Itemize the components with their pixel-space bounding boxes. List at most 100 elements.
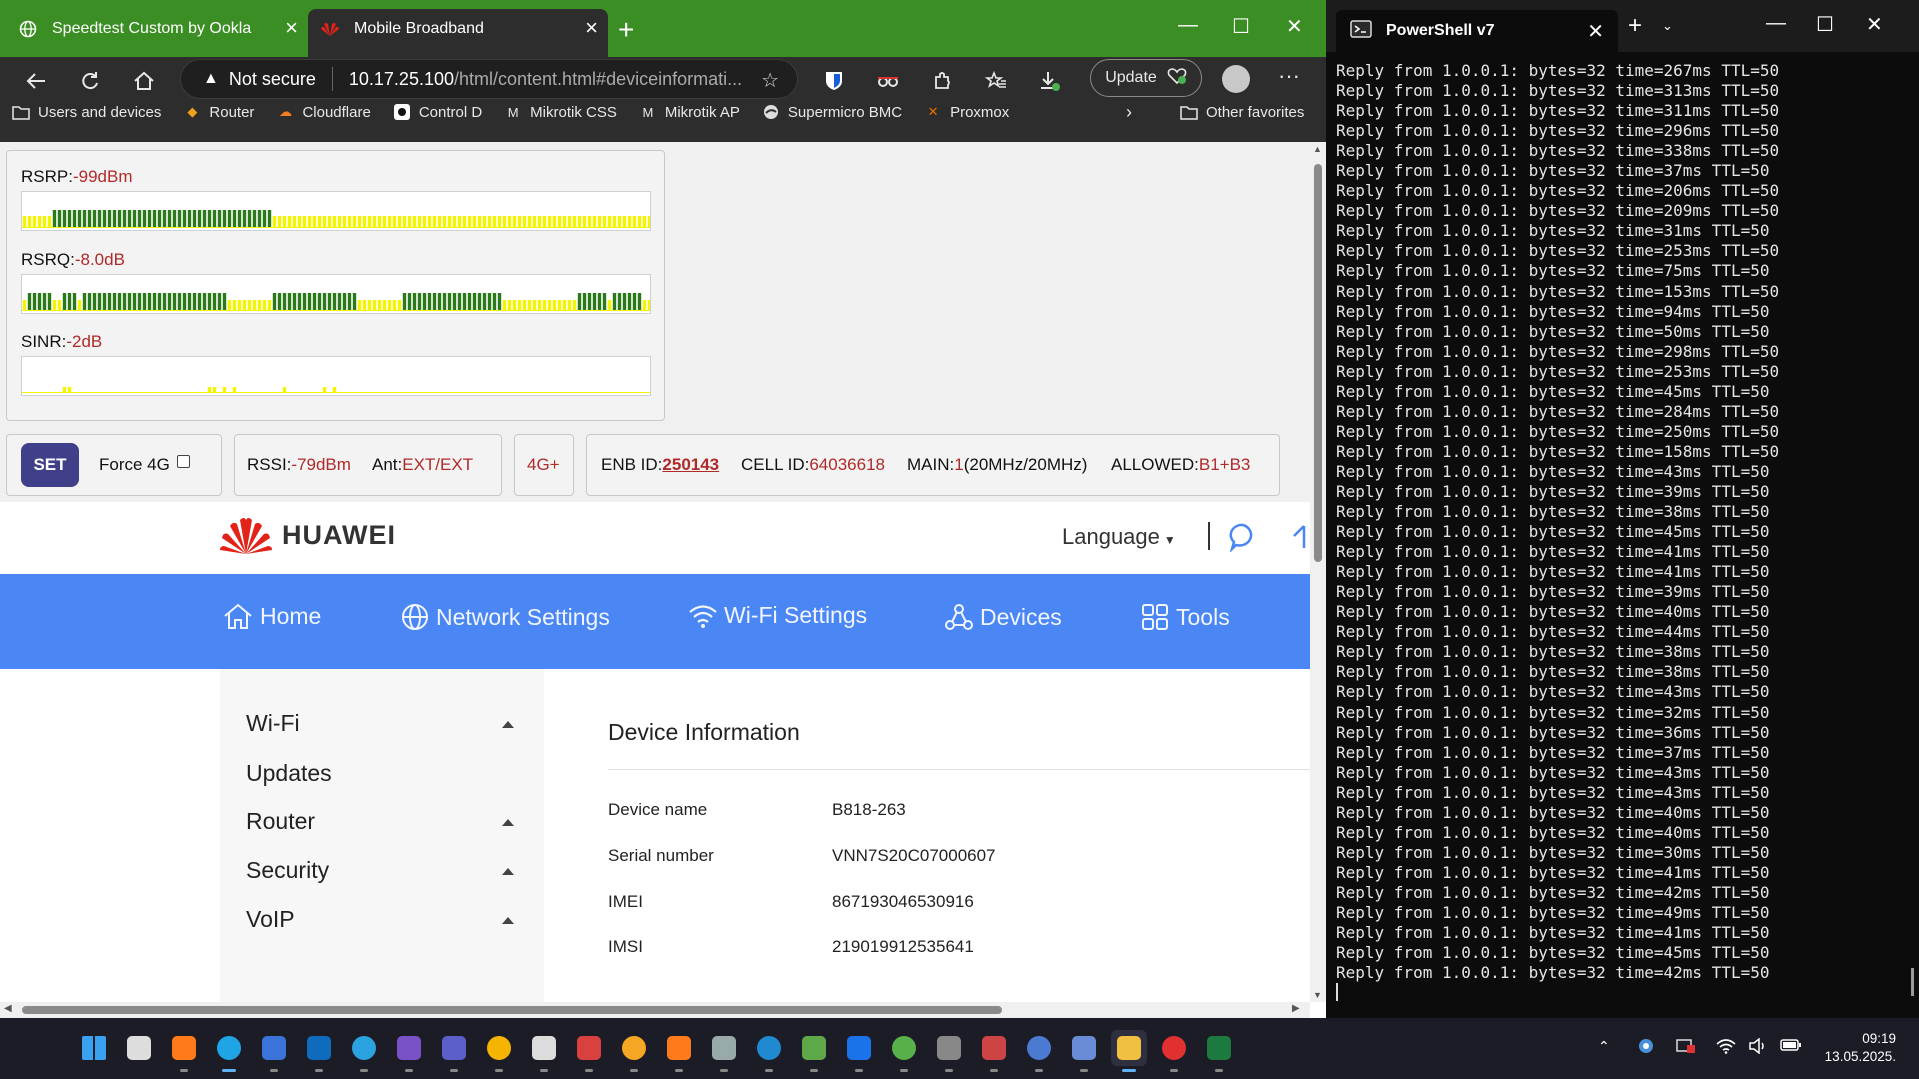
huawei-logo[interactable]: HUAWEI bbox=[218, 514, 396, 556]
tab-powershell[interactable]: PowerShell v7 ✕ bbox=[1336, 10, 1618, 52]
search-icon[interactable] bbox=[121, 1030, 157, 1066]
minimize-icon[interactable]: — bbox=[1178, 14, 1198, 37]
fox-icon[interactable] bbox=[526, 1030, 562, 1072]
enb-id-link[interactable]: 250143 bbox=[662, 455, 719, 474]
home-icon[interactable] bbox=[126, 63, 162, 99]
mremote-icon[interactable] bbox=[976, 1030, 1012, 1072]
chat-bubble-icon[interactable] bbox=[1228, 522, 1258, 557]
battery-icon[interactable] bbox=[1780, 1038, 1802, 1057]
disk-icon[interactable] bbox=[1021, 1030, 1057, 1072]
maximize-icon[interactable]: ☐ bbox=[1232, 14, 1250, 39]
outlook-icon[interactable] bbox=[301, 1030, 337, 1072]
calculator-icon[interactable] bbox=[706, 1030, 742, 1072]
bookmark-mikrotik-css[interactable]: M Mikrotik CSS bbox=[504, 104, 617, 121]
extensions-puzzle-icon[interactable] bbox=[924, 63, 960, 99]
new-tab-icon[interactable]: + bbox=[1628, 12, 1642, 40]
caret-up-icon[interactable] bbox=[502, 819, 514, 826]
close-window-icon[interactable]: ✕ bbox=[1866, 12, 1883, 37]
start-icon[interactable] bbox=[76, 1030, 112, 1066]
terminal-output[interactable]: Reply from 1.0.0.1: bytes=32 time=267ms … bbox=[1336, 61, 1896, 983]
explorer-icon[interactable] bbox=[1111, 1030, 1147, 1072]
tray-app-icon[interactable] bbox=[1636, 1038, 1656, 1059]
bookmark-control-d[interactable]: Control D bbox=[393, 104, 482, 121]
viber-icon[interactable] bbox=[391, 1030, 427, 1072]
firefox-alt-icon[interactable] bbox=[661, 1030, 697, 1072]
favorite-star-icon[interactable]: ☆ bbox=[761, 68, 779, 93]
close-window-icon[interactable]: ✕ bbox=[1286, 14, 1303, 39]
tab-mobile-broadband[interactable]: Mobile Broadband × bbox=[308, 9, 608, 57]
terminal-scroll-indicator[interactable] bbox=[1911, 968, 1914, 996]
favorites-icon[interactable] bbox=[978, 63, 1014, 99]
sidebar-item-voip[interactable]: VoIP bbox=[246, 906, 295, 933]
vertical-scrollbar[interactable]: ▲ ▼ bbox=[1310, 142, 1326, 1002]
sidebar-item-updates[interactable]: Updates bbox=[246, 760, 332, 787]
scrollbar-thumb[interactable] bbox=[22, 1006, 1002, 1014]
force-4g-checkbox[interactable] bbox=[177, 455, 190, 468]
update-button[interactable]: Update bbox=[1090, 59, 1202, 97]
extension-glasses-icon[interactable] bbox=[870, 63, 906, 99]
bitwarden-icon[interactable] bbox=[816, 63, 852, 99]
caret-up-icon[interactable] bbox=[502, 868, 514, 875]
acrobat-icon[interactable] bbox=[1156, 1030, 1192, 1072]
arrow-up-icon[interactable] bbox=[1290, 522, 1310, 555]
more-menu-icon[interactable]: ··· bbox=[1278, 63, 1300, 89]
nav-network-settings[interactable]: Network Settings bbox=[400, 602, 610, 632]
bookmark-proxmox[interactable]: ✕ Proxmox bbox=[924, 104, 1010, 121]
excel-icon[interactable] bbox=[1201, 1030, 1237, 1072]
minimize-icon[interactable]: — bbox=[1766, 12, 1786, 35]
language-selector[interactable]: Language ▼ bbox=[1062, 524, 1176, 550]
scrollbar-thumb[interactable] bbox=[1314, 164, 1322, 562]
address-bar[interactable]: ▲ Not secure 10.17.25.100/html/content.h… bbox=[180, 59, 798, 99]
thunderbird-icon[interactable] bbox=[256, 1030, 292, 1072]
chart-app-icon[interactable] bbox=[616, 1030, 652, 1072]
edge-icon[interactable] bbox=[211, 1030, 247, 1072]
network-app-icon[interactable] bbox=[1066, 1030, 1102, 1072]
chevron-right-icon[interactable]: › bbox=[1126, 102, 1132, 123]
nav-devices[interactable]: Devices bbox=[944, 602, 1062, 632]
teams-icon[interactable] bbox=[436, 1030, 472, 1072]
close-tab-icon[interactable]: × bbox=[585, 17, 598, 39]
nav-home[interactable]: Home bbox=[222, 602, 321, 630]
close-tab-icon[interactable]: ✕ bbox=[1587, 19, 1604, 44]
scroll-down-icon[interactable]: ▼ bbox=[1313, 990, 1322, 1000]
winbox-icon[interactable] bbox=[886, 1030, 922, 1072]
bookmark-users-and-devices[interactable]: Users and devices bbox=[12, 104, 161, 121]
remote-app-icon[interactable] bbox=[571, 1030, 607, 1072]
profile-avatar[interactable] bbox=[1222, 65, 1250, 93]
close-tab-icon[interactable]: × bbox=[285, 17, 298, 39]
firefox-icon[interactable] bbox=[166, 1030, 202, 1072]
warning-icon[interactable]: ▲ bbox=[203, 70, 219, 88]
scroll-up-icon[interactable]: ▲ bbox=[1313, 144, 1322, 154]
vscode-icon[interactable] bbox=[751, 1030, 787, 1072]
telegram-icon[interactable] bbox=[346, 1030, 382, 1072]
bookmark-router[interactable]: ◆ Router bbox=[183, 104, 254, 121]
bookmark-supermicro-bmc[interactable]: Supermicro BMC bbox=[762, 104, 902, 121]
downloads-icon[interactable] bbox=[1032, 63, 1068, 99]
new-tab-button[interactable]: + bbox=[618, 14, 634, 46]
browser-icon[interactable] bbox=[841, 1030, 877, 1072]
weather-icon[interactable] bbox=[481, 1030, 517, 1072]
bookmark-cloudflare[interactable]: ☁ Cloudflare bbox=[276, 104, 371, 121]
system-clock[interactable]: 09:19 13.05.2025. bbox=[1818, 1030, 1896, 1066]
security-status[interactable]: Not secure bbox=[229, 69, 316, 90]
sidebar-item-security[interactable]: Security bbox=[246, 857, 329, 884]
horizontal-scrollbar[interactable]: ◀ ▶ bbox=[0, 1002, 1310, 1018]
refresh-icon[interactable] bbox=[72, 63, 108, 99]
scroll-right-icon[interactable]: ▶ bbox=[1292, 1003, 1300, 1014]
caret-up-icon[interactable] bbox=[502, 721, 514, 728]
scroll-left-icon[interactable]: ◀ bbox=[4, 1003, 12, 1014]
bookmark-mikrotik-ap[interactable]: M Mikrotik AP bbox=[639, 104, 739, 121]
bookmark-other-favorites[interactable]: Other favorites bbox=[1180, 104, 1304, 121]
sidebar-item-router[interactable]: Router bbox=[246, 808, 315, 835]
maximize-icon[interactable]: ☐ bbox=[1816, 12, 1834, 37]
set-button[interactable]: SET bbox=[21, 443, 79, 487]
volume-icon[interactable] bbox=[1748, 1037, 1768, 1059]
tray-chevron-icon[interactable]: ⌃ bbox=[1598, 1038, 1610, 1055]
sidebar-item-wifi[interactable]: Wi-Fi bbox=[246, 710, 300, 737]
tray-network-app-icon[interactable] bbox=[1676, 1038, 1696, 1059]
chevron-down-icon[interactable]: ⌄ bbox=[1662, 18, 1673, 34]
nav-tools[interactable]: Tools bbox=[1140, 602, 1230, 632]
wifi-icon[interactable] bbox=[1716, 1038, 1736, 1059]
nav-wifi-settings[interactable]: Wi-Fi Settings bbox=[688, 602, 867, 629]
tab-speedtest[interactable]: Speedtest Custom by Ookla × bbox=[6, 9, 308, 49]
